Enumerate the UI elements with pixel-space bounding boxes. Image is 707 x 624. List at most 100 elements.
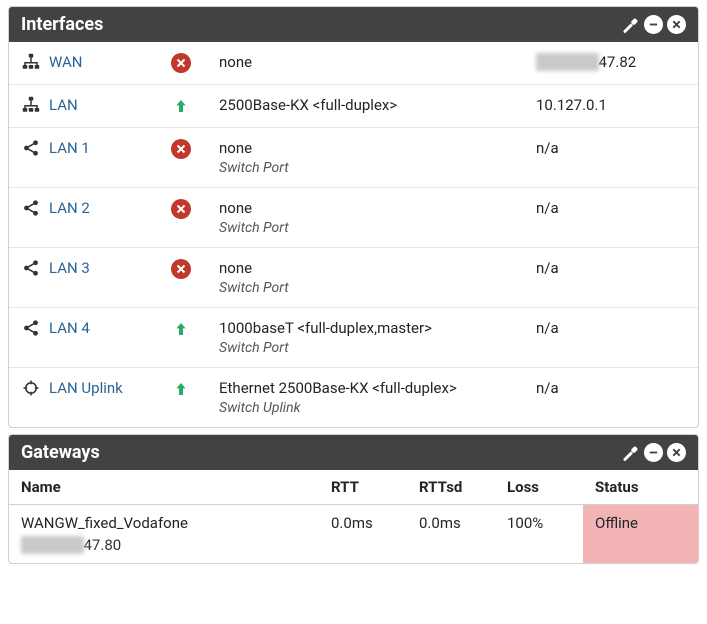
status-down-icon	[171, 259, 191, 279]
close-icon[interactable]	[667, 15, 686, 34]
interface-name-cell: LAN Uplink	[21, 379, 171, 397]
col-status: Status	[583, 470, 698, 505]
interface-status-cell	[171, 319, 219, 339]
interface-media: 1000baseT <full-duplex,master>	[219, 319, 536, 337]
interface-name-cell: WAN	[21, 53, 171, 71]
gateways-controls	[619, 442, 686, 463]
interface-row: LAN 3 none Switch Portn/a	[9, 247, 698, 307]
gateways-header: Gateways	[9, 435, 698, 470]
sitemap-icon	[21, 96, 41, 114]
interface-sub: Switch Uplink	[219, 400, 536, 416]
col-loss: Loss	[495, 470, 583, 505]
interface-name-cell: LAN 4	[21, 319, 171, 337]
gateway-rtt: 0.0ms	[319, 505, 407, 564]
col-rtt: RTT	[319, 470, 407, 505]
interface-addr: 10.127.0.1	[536, 96, 607, 114]
interfaces-controls	[619, 14, 686, 35]
status-up-icon	[171, 96, 191, 116]
gateways-table: Name RTT RTTsd Loss Status WANGW_fixed_V…	[9, 470, 698, 563]
share-icon	[21, 259, 41, 277]
interface-link[interactable]: LAN 4	[49, 319, 90, 337]
interface-addr: n/a	[536, 379, 559, 397]
interface-link[interactable]: WAN	[49, 53, 82, 71]
interfaces-header: Interfaces	[9, 7, 698, 42]
status-down-icon	[171, 139, 191, 159]
interface-addr-cell: n/a	[536, 199, 686, 217]
interface-addr: n/a	[536, 319, 559, 337]
interface-link[interactable]: LAN Uplink	[49, 379, 123, 397]
minus-icon[interactable]	[644, 15, 663, 34]
share-icon	[21, 199, 41, 217]
interface-status-cell	[171, 53, 219, 73]
interface-status-cell	[171, 259, 219, 279]
interface-status-cell	[171, 96, 219, 116]
interface-media: Ethernet 2500Base-KX <full-duplex>	[219, 379, 536, 397]
col-rttsd: RTTsd	[407, 470, 495, 505]
interface-media-cell: none Switch Port	[219, 139, 536, 176]
gateway-name-cell: WANGW_fixed_Vodafone 000.000.47.80	[9, 505, 319, 564]
interface-addr: 47.82	[599, 53, 637, 71]
interface-media-cell: none Switch Port	[219, 259, 536, 296]
interface-media-cell: 1000baseT <full-duplex,master> Switch Por…	[219, 319, 536, 356]
interface-name-cell: LAN 3	[21, 259, 171, 277]
interface-row: LAN 4 1000baseT <full-duplex,master> Switc…	[9, 307, 698, 367]
share-icon	[21, 319, 41, 337]
share-icon	[21, 139, 41, 157]
interface-sub: Switch Port	[219, 340, 536, 356]
sitemap-icon	[21, 53, 41, 71]
interface-addr-cell: 000.000.47.82	[536, 53, 686, 71]
status-down-icon	[171, 53, 191, 73]
minus-icon[interactable]	[644, 443, 663, 462]
interface-status-cell	[171, 139, 219, 159]
interface-status-cell	[171, 199, 219, 219]
interface-addr-cell: n/a	[536, 259, 686, 277]
interface-media-cell: none Switch Port	[219, 199, 536, 236]
interface-row: LAN Uplink Ethernet 2500Base-KX <full-dup…	[9, 367, 698, 427]
interface-media: none	[219, 259, 536, 277]
interface-link[interactable]: LAN 2	[49, 199, 90, 217]
addr-redacted: 000.000.	[536, 53, 599, 71]
interface-media-cell: none	[219, 53, 536, 71]
gateway-loss: 100%	[495, 505, 583, 564]
status-up-icon	[171, 319, 191, 339]
interface-row: LAN 2500Base-KX <full-duplex>10.127.0.1	[9, 84, 698, 127]
ip-redacted: 000.000.	[21, 536, 84, 554]
gateways-panel: Gateways Name RTT RTTsd Loss Status WANG…	[8, 434, 699, 564]
gateway-status-badge: Offline	[583, 505, 698, 564]
gateway-rttsd: 0.0ms	[407, 505, 495, 564]
gateway-name: WANGW_fixed_Vodafone	[21, 514, 307, 532]
gateway-row: WANGW_fixed_Vodafone 000.000.47.80 0.0ms0.…	[9, 505, 698, 564]
close-icon[interactable]	[667, 443, 686, 462]
crosshair-icon	[21, 379, 41, 397]
interface-row: LAN 2 none Switch Portn/a	[9, 187, 698, 247]
interface-media: none	[219, 199, 536, 217]
gateway-ip: 000.000.47.80	[21, 536, 307, 554]
interface-row: WAN none000.000.47.82	[9, 42, 698, 84]
interface-media: none	[219, 53, 536, 71]
interface-sub: Switch Port	[219, 220, 536, 236]
interface-link[interactable]: LAN 1	[49, 139, 90, 157]
col-name: Name	[9, 470, 319, 505]
interface-sub: Switch Port	[219, 160, 536, 176]
interface-link[interactable]: LAN 3	[49, 259, 90, 277]
interface-addr-cell: n/a	[536, 319, 686, 337]
wrench-icon[interactable]	[619, 442, 640, 463]
gateways-title: Gateways	[21, 442, 619, 463]
interface-addr-cell: n/a	[536, 139, 686, 157]
wrench-icon[interactable]	[619, 14, 640, 35]
interface-addr: n/a	[536, 139, 559, 157]
interface-media: 2500Base-KX <full-duplex>	[219, 96, 536, 114]
interface-sub: Switch Port	[219, 280, 536, 296]
interface-media-cell: Ethernet 2500Base-KX <full-duplex> Switch…	[219, 379, 536, 416]
interface-addr: n/a	[536, 199, 559, 217]
interface-media: none	[219, 139, 536, 157]
interface-name-cell: LAN	[21, 96, 171, 114]
interface-name-cell: LAN 1	[21, 139, 171, 157]
interface-addr-cell: 10.127.0.1	[536, 96, 686, 114]
interface-link[interactable]: LAN	[49, 96, 78, 114]
interfaces-title: Interfaces	[21, 14, 619, 35]
gateways-header-row: Name RTT RTTsd Loss Status	[9, 470, 698, 505]
interface-row: LAN 1 none Switch Portn/a	[9, 127, 698, 187]
status-up-icon	[171, 379, 191, 399]
interface-name-cell: LAN 2	[21, 199, 171, 217]
